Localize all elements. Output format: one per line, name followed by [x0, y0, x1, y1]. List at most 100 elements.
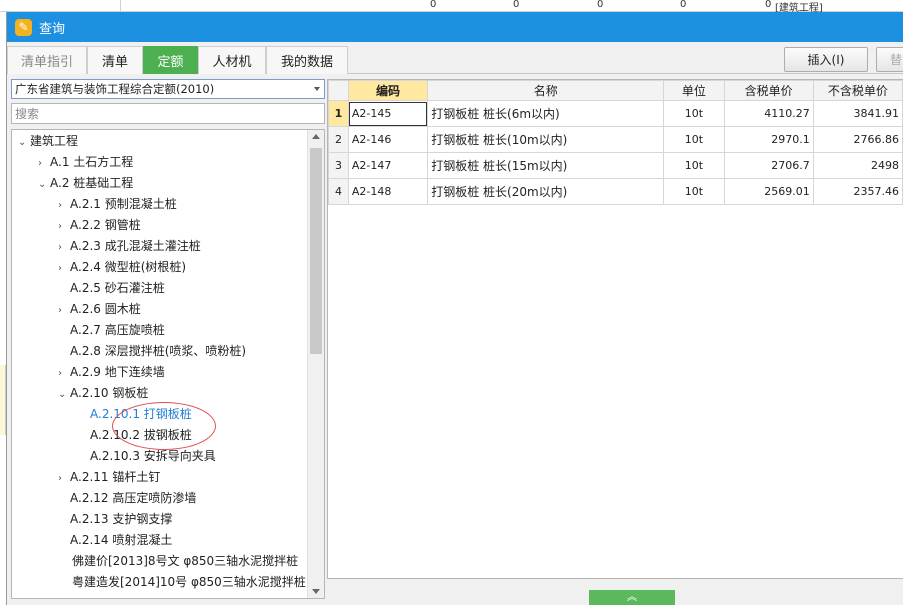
chevron-right-icon[interactable]: ›	[58, 217, 70, 237]
search-input[interactable]	[11, 103, 325, 124]
tree-item-label: A.2.5 砂石灌注桩	[70, 281, 165, 295]
insert-button[interactable]: 插入(I)	[784, 47, 868, 72]
cell-price-notax[interactable]: 2357.46	[812, 178, 903, 205]
tree-item[interactable]: › A.2.2 钢管桩	[58, 215, 141, 235]
panel-toggle-handle[interactable]: ︽	[589, 590, 675, 605]
chevron-right-icon[interactable]: ›	[38, 154, 50, 174]
cell-code[interactable]: A2-148	[347, 178, 429, 205]
cell-name[interactable]: 打钢板桩 桩长(20m以内)	[427, 178, 665, 205]
cell-price-notax[interactable]: 3841.91	[812, 100, 903, 127]
cell-name[interactable]: 打钢板桩 桩长(15m以内)	[427, 152, 665, 179]
tree-item[interactable]: › A.2.1 预制混凝土桩	[58, 194, 177, 214]
bg-value: 0	[513, 0, 520, 10]
tree-item[interactable]: › A.1 土石方工程	[38, 152, 133, 172]
table-row[interactable]: 3 A2-147 打钢板桩 桩长(15m以内) 10t 2706.7 2498	[328, 152, 903, 179]
dialog-title: 查询	[39, 21, 66, 37]
tab-bill-guide[interactable]: 清单指引	[7, 46, 87, 74]
tree-item[interactable]: ⌄ 建筑工程	[18, 131, 78, 151]
chevron-right-icon[interactable]: ›	[58, 301, 70, 321]
tab-my-data[interactable]: 我的数据	[266, 46, 348, 74]
header-index	[328, 80, 349, 101]
scroll-down-icon[interactable]	[312, 589, 320, 594]
tree-item-label: A.2.14 喷射混凝土	[70, 533, 173, 547]
chevron-right-icon[interactable]: ›	[58, 364, 70, 384]
tree-item-label: A.2.3 成孔混凝土灌注桩	[70, 239, 201, 253]
cell-price-tax[interactable]: 4110.27	[723, 100, 814, 127]
tree-item-label: 建筑工程	[30, 134, 79, 148]
chevron-right-icon[interactable]: ›	[58, 238, 70, 258]
tab-quota[interactable]: 定额	[143, 46, 198, 74]
cell-code[interactable]: A2-147	[347, 152, 429, 179]
chevron-down-icon[interactable]: ⌄	[38, 175, 50, 195]
title-bar[interactable]: ✎ 查询	[7, 12, 903, 42]
tree-item[interactable]: ⌄ A.2 桩基础工程	[38, 173, 133, 193]
bg-value: 0	[430, 0, 437, 10]
tree-item-label: A.2.13 支护钢支撑	[70, 512, 173, 526]
cell-code[interactable]: A2-146	[347, 126, 429, 153]
header-name[interactable]: 名称	[427, 80, 665, 101]
cell-price-tax[interactable]: 2569.01	[723, 178, 814, 205]
chevron-down-icon[interactable]: ⌄	[18, 133, 30, 153]
chevron-down-icon[interactable]: ⌄	[58, 385, 70, 405]
cell-price-tax[interactable]: 2970.1	[723, 126, 814, 153]
header-price-notax[interactable]: 不含税单价	[812, 80, 903, 101]
scroll-up-icon[interactable]	[312, 134, 320, 139]
chevron-right-icon[interactable]: ›	[58, 196, 70, 216]
header-code[interactable]: 编码	[347, 80, 429, 101]
tree-item-label: 佛建价[2013]8号文 φ850三轴水泥搅拌桩	[72, 554, 299, 568]
row-index: 2	[328, 126, 349, 153]
tree-item[interactable]: › A.2.4 微型桩(树根桩)	[58, 257, 186, 277]
cell-unit[interactable]: 10t	[663, 152, 725, 179]
tree-item[interactable]: › A.2.6 圆木桩	[58, 299, 141, 319]
tree-item[interactable]: 粤建造发[2014]10号 φ850三轴水泥搅拌桩	[72, 572, 306, 592]
cell-unit[interactable]: 10t	[663, 126, 725, 153]
tree-item[interactable]: › A.2.3 成孔混凝土灌注桩	[58, 236, 201, 256]
tree-item-label: A.2.2 钢管桩	[70, 218, 141, 232]
tree-item-label: A.2.6 圆木桩	[70, 302, 141, 316]
cell-price-notax[interactable]: 2498	[812, 152, 903, 179]
tree-item[interactable]: › A.2.11 锚杆土钉	[58, 467, 160, 487]
tree-item-label: A.2.1 预制混凝土桩	[70, 197, 177, 211]
chevron-right-icon[interactable]: ›	[58, 259, 70, 279]
replace-button[interactable]: 替	[876, 47, 903, 72]
tree-item[interactable]: A.2.5 砂石灌注桩	[58, 278, 165, 298]
scroll-thumb[interactable]	[310, 148, 322, 354]
tree-item[interactable]: ⌄ A.2.10 钢板桩	[58, 383, 148, 403]
tree-item[interactable]: 佛建价[2013]8号文 φ850三轴水泥搅拌桩	[72, 551, 298, 571]
tree-item-label: A.2.7 高压旋喷桩	[70, 323, 165, 337]
tree-item-label: A.2.10 钢板桩	[70, 386, 149, 400]
cell-name[interactable]: 打钢板桩 桩长(6m以内)	[427, 100, 665, 127]
bg-value: 0	[765, 0, 772, 10]
query-dialog: ✎ 查询 清单指引 清单 定额 人材机 我的数据 插入(I) 替 广东省建筑与装…	[6, 12, 903, 605]
table-row[interactable]: 4 A2-148 打钢板桩 桩长(20m以内) 10t 2569.01 2357…	[328, 178, 903, 205]
tab-bar: 清单指引 清单 定额 人材机 我的数据 插入(I) 替	[7, 42, 903, 74]
cell-unit[interactable]: 10t	[663, 100, 725, 127]
tab-materials[interactable]: 人材机	[198, 46, 266, 74]
quota-library-dropdown[interactable]: 广东省建筑与装饰工程综合定额(2010)	[11, 79, 325, 99]
header-price-tax[interactable]: 含税单价	[723, 80, 814, 101]
cell-name[interactable]: 打钢板桩 桩长(10m以内)	[427, 126, 665, 153]
tree-item[interactable]: › A.2.9 地下连续墙	[58, 362, 165, 382]
cell-code[interactable]: A2-145	[347, 100, 429, 127]
bg-cell	[120, 0, 200, 12]
tree-item[interactable]: A.2.7 高压旋喷桩	[58, 320, 165, 340]
chevron-right-icon[interactable]: ›	[58, 469, 70, 489]
tab-bill[interactable]: 清单	[87, 46, 143, 74]
tree-item-label: A.2.11 锚杆土钉	[70, 470, 161, 484]
row-index: 3	[328, 152, 349, 179]
tree-item-label: A.2.4 微型桩(树根桩)	[70, 260, 187, 274]
cell-price-notax[interactable]: 2766.86	[812, 126, 903, 153]
table-row[interactable]: 1 A2-145 打钢板桩 桩长(6m以内) 10t 4110.27 3841.…	[328, 100, 903, 127]
tree-item[interactable]: A.2.8 深层搅拌桩(喷浆、喷粉桩)	[58, 341, 246, 361]
tree-item-label: A.2.10.3 安拆导向夹具	[90, 449, 216, 463]
cell-unit[interactable]: 10t	[663, 178, 725, 205]
table-row[interactable]: 2 A2-146 打钢板桩 桩长(10m以内) 10t 2970.1 2766.…	[328, 126, 903, 153]
tree-item[interactable]: A.2.12 高压定喷防渗墙	[58, 488, 196, 508]
tree-scrollbar[interactable]	[307, 130, 324, 598]
tree-item[interactable]: A.2.10.3 安拆导向夹具	[78, 446, 216, 466]
cell-price-tax[interactable]: 2706.7	[723, 152, 814, 179]
tree-item[interactable]: A.2.14 喷射混凝土	[58, 530, 172, 550]
tree-item[interactable]: A.2.13 支护钢支撑	[58, 509, 172, 529]
header-unit[interactable]: 单位	[663, 80, 725, 101]
chevron-down-icon[interactable]	[314, 87, 320, 91]
